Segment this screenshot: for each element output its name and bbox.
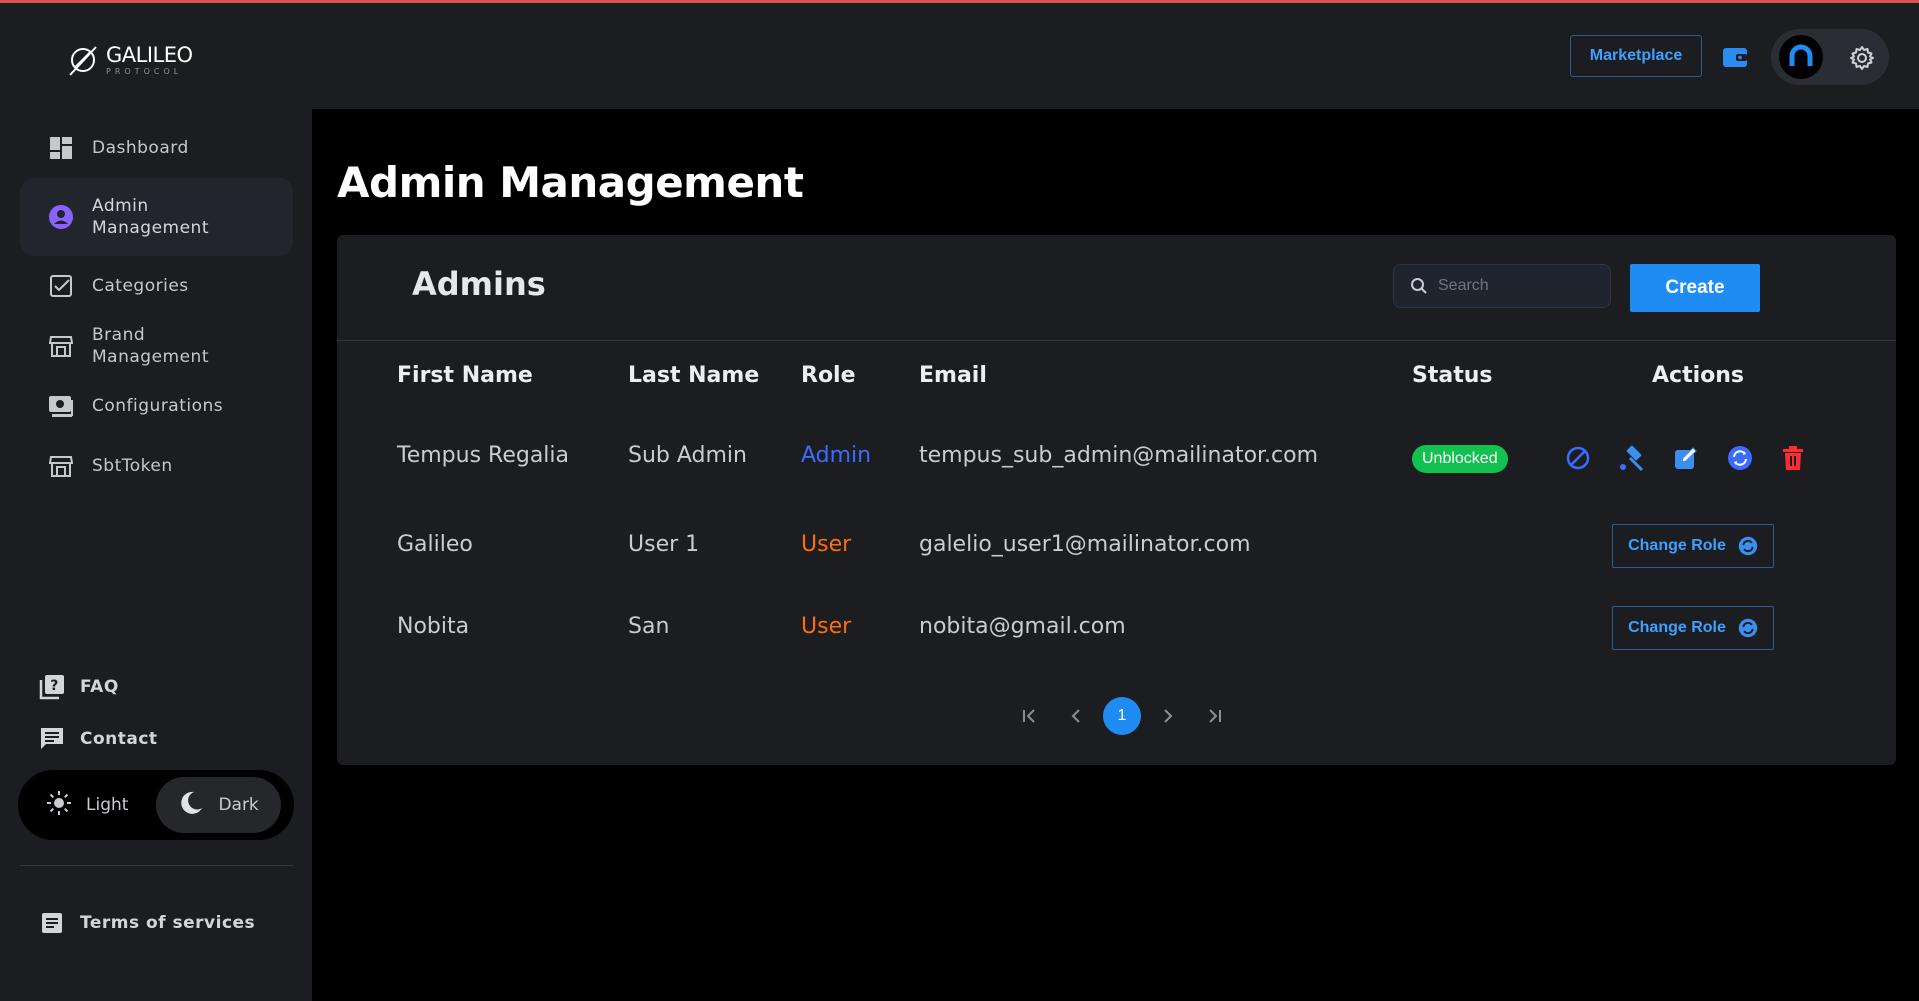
admins-card: Admins Create First Name Last Name Role … (337, 235, 1896, 765)
sidebar-item-admin-management[interactable]: Admin Management (20, 178, 293, 256)
next-page-button[interactable] (1145, 697, 1191, 735)
checkbox-icon (48, 273, 74, 299)
sidebar-nav: Dashboard Admin Management Categories Br… (20, 118, 293, 496)
column-header-actions: Actions (1652, 363, 1744, 388)
sidebar-item-label: Brand Management (92, 325, 209, 367)
cell-role: Admin (801, 443, 872, 468)
change-role-button[interactable]: Change Role (1612, 606, 1774, 650)
avatar[interactable] (1779, 35, 1823, 79)
sidebar-item-terms[interactable]: Terms of services (38, 903, 298, 943)
theme-toggle: Light Dark (18, 770, 294, 840)
store-icon (48, 453, 74, 479)
sidebar-item-contact[interactable]: Contact (38, 719, 298, 759)
sync-icon (1738, 618, 1758, 638)
change-role-label: Change Role (1628, 619, 1726, 636)
sidebar-item-label: Admin Management (92, 196, 209, 238)
dashboard-icon (48, 135, 74, 161)
sidebar-item-sbttoken[interactable]: SbtToken (20, 436, 293, 496)
change-role-label: Change Role (1628, 537, 1726, 554)
sidebar-item-brand-management[interactable]: Brand Management (20, 316, 293, 376)
sidebar-item-faq[interactable]: ? FAQ (38, 667, 298, 707)
search-input[interactable] (1438, 277, 1588, 295)
theme-light-option[interactable]: Light (26, 777, 148, 833)
theme-dark-option[interactable]: Dark (156, 777, 281, 833)
cell-last-name: User 1 (628, 532, 700, 557)
cell-email: nobita@gmail.com (919, 614, 1126, 639)
sidebar-divider (20, 865, 293, 866)
gavel-icon[interactable] (1617, 443, 1647, 473)
cell-email: galelio_user1@mailinator.com (919, 532, 1251, 557)
sidebar-item-dashboard[interactable]: Dashboard (20, 118, 293, 178)
store-icon (48, 333, 74, 359)
chevron-left-icon (1071, 709, 1080, 723)
faq-icon: ? (38, 673, 66, 701)
cell-last-name: San (628, 614, 670, 639)
faq-label: FAQ (80, 677, 119, 697)
user-avatar-icon (1789, 44, 1813, 66)
cell-first-name: Tempus Regalia (397, 443, 570, 468)
sidebar-item-label: Categories (92, 276, 189, 296)
column-header-last-name: Last Name (628, 363, 760, 388)
contact-label: Contact (80, 729, 158, 749)
create-button[interactable]: Create (1630, 264, 1760, 312)
status-badge: Unblocked (1412, 445, 1508, 473)
brand-subtitle: PROTOCOL (106, 66, 183, 76)
page-button-current[interactable]: 1 (1103, 697, 1141, 735)
sidebar-item-label: Dashboard (92, 138, 189, 158)
svg-text:?: ? (50, 678, 59, 694)
pagination: 1 (1007, 697, 1237, 735)
sidebar-item-label: Configurations (92, 396, 224, 416)
card-divider (337, 340, 1896, 341)
first-page-button[interactable] (1007, 697, 1053, 735)
sidebar-footer: Terms of services (38, 903, 298, 943)
change-role-button[interactable]: Change Role (1612, 524, 1774, 568)
sidebar: GALILEO PROTOCOL Dashboard Admin Managem… (0, 3, 312, 1001)
last-page-icon (1209, 709, 1221, 723)
chat-icon (38, 725, 66, 753)
document-icon (38, 909, 66, 937)
card-title: Admins (412, 265, 546, 303)
sun-icon (46, 790, 72, 821)
cell-role: User (801, 614, 852, 639)
top-header: Marketplace (312, 3, 1919, 109)
sync-icon[interactable] (1725, 443, 1755, 473)
user-circle-icon (48, 204, 74, 230)
sidebar-item-label: SbtToken (92, 456, 173, 476)
galileo-logo-icon (69, 46, 97, 76)
column-header-status: Status (1412, 363, 1493, 388)
cell-last-name: Sub Admin (628, 443, 747, 468)
gear-icon[interactable] (1849, 45, 1875, 71)
first-page-icon (1023, 709, 1035, 723)
theme-dark-label: Dark (218, 795, 259, 815)
block-icon[interactable] (1563, 443, 1593, 473)
search-icon (1411, 278, 1427, 294)
theme-light-label: Light (86, 795, 129, 815)
search-box (1393, 264, 1611, 308)
chevron-right-icon (1164, 709, 1173, 723)
sync-icon (1738, 536, 1758, 556)
configuration-icon (48, 393, 74, 419)
edit-icon[interactable] (1671, 443, 1701, 473)
cell-email: tempus_sub_admin@mailinator.com (919, 443, 1319, 468)
sidebar-item-categories[interactable]: Categories (20, 256, 293, 316)
trash-icon[interactable] (1778, 443, 1808, 473)
column-header-first-name: First Name (397, 363, 533, 388)
cell-first-name: Galileo (397, 532, 473, 557)
sidebar-bottom-nav: ? FAQ Contact (38, 667, 298, 759)
cell-first-name: Nobita (397, 614, 470, 639)
page-title: Admin Management (337, 158, 804, 207)
column-header-role: Role (801, 363, 856, 388)
column-header-email: Email (919, 363, 987, 388)
brand-logo[interactable]: GALILEO PROTOCOL (66, 41, 193, 79)
last-page-button[interactable] (1191, 697, 1237, 735)
marketplace-button[interactable]: Marketplace (1570, 35, 1702, 77)
sidebar-item-configurations[interactable]: Configurations (20, 376, 293, 436)
previous-page-button[interactable] (1053, 697, 1099, 735)
terms-label: Terms of services (80, 913, 256, 933)
moon-icon (178, 790, 204, 821)
cell-role: User (801, 532, 852, 557)
brand-title: GALILEO (106, 42, 193, 67)
profile-settings-pill (1771, 29, 1889, 85)
wallet-icon[interactable] (1722, 45, 1748, 69)
